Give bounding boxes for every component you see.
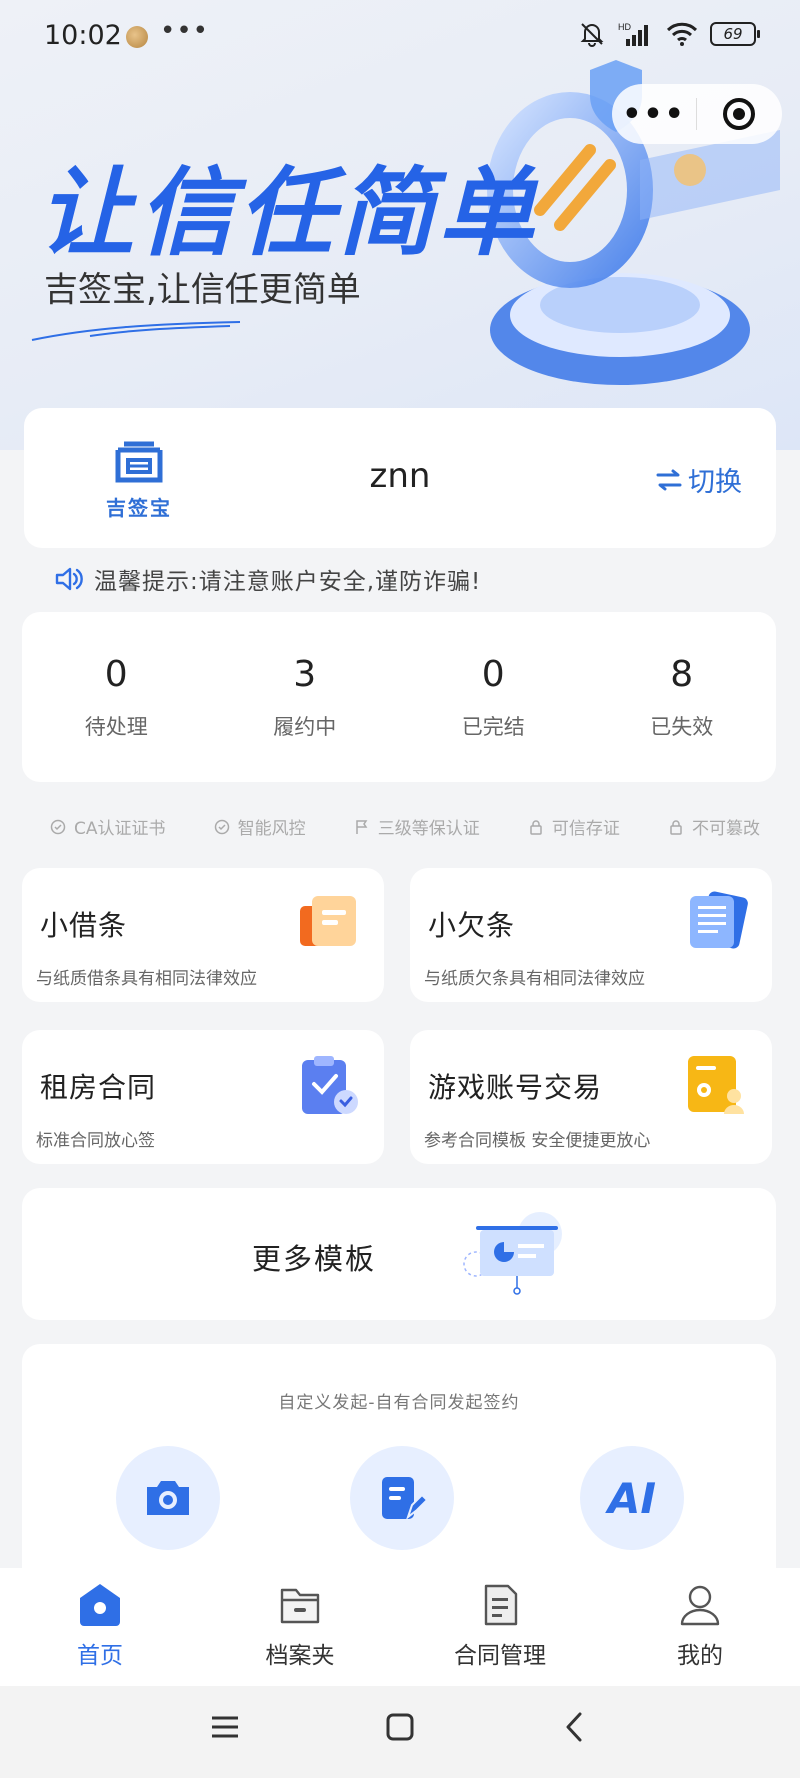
template-desc: 标准合同放心签 [36,1131,155,1151]
edit-document-icon [382,1477,426,1520]
stat-value: 3 [293,654,317,695]
template-desc: 与纸质欠条具有相同法律效应 [424,969,645,989]
home-icon [80,1584,120,1626]
template-title: 小借条 [40,909,128,942]
custom-initiate-title: 自定义发起-自有合同发起签约 [278,1393,520,1413]
speaker-icon [55,567,83,591]
feature-label: CA认证证书 [74,819,166,839]
feature-evidence: 可信存证 [528,814,620,839]
hero-subtitle: 吉签宝,让信任更简单 [44,270,361,310]
capsule-more-button[interactable]: ••• [612,97,696,132]
back-icon[interactable] [558,1710,592,1744]
hero-banner: 10:02 ••• HD 69 ••• 让信任简单 吉签宝,让信任更简单 [0,0,800,450]
home-square-icon[interactable] [383,1710,417,1744]
stat-label: 待处理 [84,715,148,739]
template-title: 小欠条 [428,909,516,942]
feature-tamper-proof: 不可篡改 [668,814,760,839]
feature-ca: CA认证证书 [50,814,166,839]
svg-text:HD: HD [618,22,631,32]
feature-security-level: 三级等保认证 [354,814,480,839]
template-debt-note[interactable]: 小欠条 与纸质欠条具有相同法律效应 [410,868,772,1002]
check-circle-icon [50,819,66,834]
tab-folder[interactable]: 档案夹 [200,1568,400,1686]
stat-completed[interactable]: 0 已完结 [399,612,588,782]
tab-label: 合同管理 [454,1643,546,1669]
note-icon [300,896,356,946]
template-title: 租房合同 [40,1071,157,1104]
target-close-icon [723,98,755,130]
app-notification-icon [126,26,148,48]
template-iou[interactable]: 小借条 与纸质借条具有相同法律效应 [22,868,384,1002]
capsule-close-button[interactable] [697,96,781,132]
bottom-tab-bar: 首页 档案夹 合同管理 我的 [0,1568,800,1686]
more-templates-label: 更多模板 [252,1242,377,1276]
stat-pending[interactable]: 0 待处理 [22,612,211,782]
status-time: 10:02 [44,20,122,51]
document-upload-button[interactable] [350,1446,454,1550]
presentation-chart-icon [463,1212,562,1295]
system-navigation-bar [0,1686,800,1778]
template-desc: 参考合同模板 安全便捷更放心 [424,1131,651,1151]
feature-risk-control: 智能风控 [214,814,306,839]
stat-value: 0 [481,654,505,695]
status-more-icon: ••• [160,16,210,46]
security-notice: 温馨提示:请注意账户安全,谨防诈骗! [54,562,481,596]
feature-label: 智能风控 [237,819,306,839]
feature-label: 可信存证 [551,819,620,839]
notice-text: 温馨提示:请注意账户安全,谨防诈骗! [94,569,482,595]
swap-icon [656,469,682,490]
clipboard-check-icon [302,1056,358,1114]
tab-contract-management[interactable]: 合同管理 [400,1568,600,1686]
stat-value: 8 [670,654,694,695]
tab-label: 我的 [677,1643,723,1669]
account-document-icon [688,1056,744,1114]
template-desc: 与纸质借条具有相同法律效应 [36,969,257,989]
tab-label: 档案夹 [265,1643,335,1669]
ai-icon: AI [607,1473,657,1523]
feature-label: 不可篡改 [692,819,760,839]
stat-in-progress[interactable]: 3 履约中 [211,612,400,782]
more-templates-card[interactable]: 更多模板 [22,1188,776,1320]
brand-logo-text: 吉签宝 [106,496,172,520]
custom-initiate-card: 自定义发起-自有合同发起签约 AI [22,1344,776,1604]
contract-stats-card: 0 待处理 3 履约中 0 已完结 8 已失效 [22,612,776,782]
template-rental-contract[interactable]: 租房合同 标准合同放心签 [22,1030,384,1164]
ai-generate-button[interactable]: AI [580,1446,684,1550]
trust-features: CA认证证书 智能风控 三级等保认证 可信存证 不可篡改 [50,814,760,839]
stat-expired[interactable]: 8 已失效 [588,612,777,782]
stat-label: 已失效 [650,715,714,739]
stat-label: 履约中 [273,715,337,739]
feature-label: 三级等保认证 [377,819,480,839]
flag-icon [356,819,368,834]
folder-icon [280,1588,320,1624]
lock-icon [530,819,542,835]
tab-home[interactable]: 首页 [0,1568,200,1686]
template-title: 游戏账号交易 [428,1071,603,1104]
user-icon [680,1585,720,1626]
switch-label: 切换 [688,467,742,498]
stat-label: 已完结 [461,715,525,739]
contract-icon [484,1584,518,1626]
stat-value: 0 [104,654,128,695]
check-circle-icon [214,819,229,834]
miniprogram-capsule: ••• [612,84,782,144]
switch-account-button[interactable]: 切换 [656,460,742,499]
lock-icon [670,819,682,835]
tab-profile[interactable]: 我的 [600,1568,800,1686]
camera-icon [147,1481,189,1515]
menu-icon[interactable] [208,1710,242,1744]
document-icon [690,891,748,949]
user-card: 吉签宝 znn 切换 [24,408,776,548]
camera-upload-button[interactable] [116,1446,220,1550]
hero-swoosh-decoration [31,321,241,341]
hero-title: 让信任简单 [38,157,538,269]
template-game-account[interactable]: 游戏账号交易 参考合同模板 安全便捷更放心 [410,1030,772,1164]
tab-label: 首页 [77,1643,123,1669]
